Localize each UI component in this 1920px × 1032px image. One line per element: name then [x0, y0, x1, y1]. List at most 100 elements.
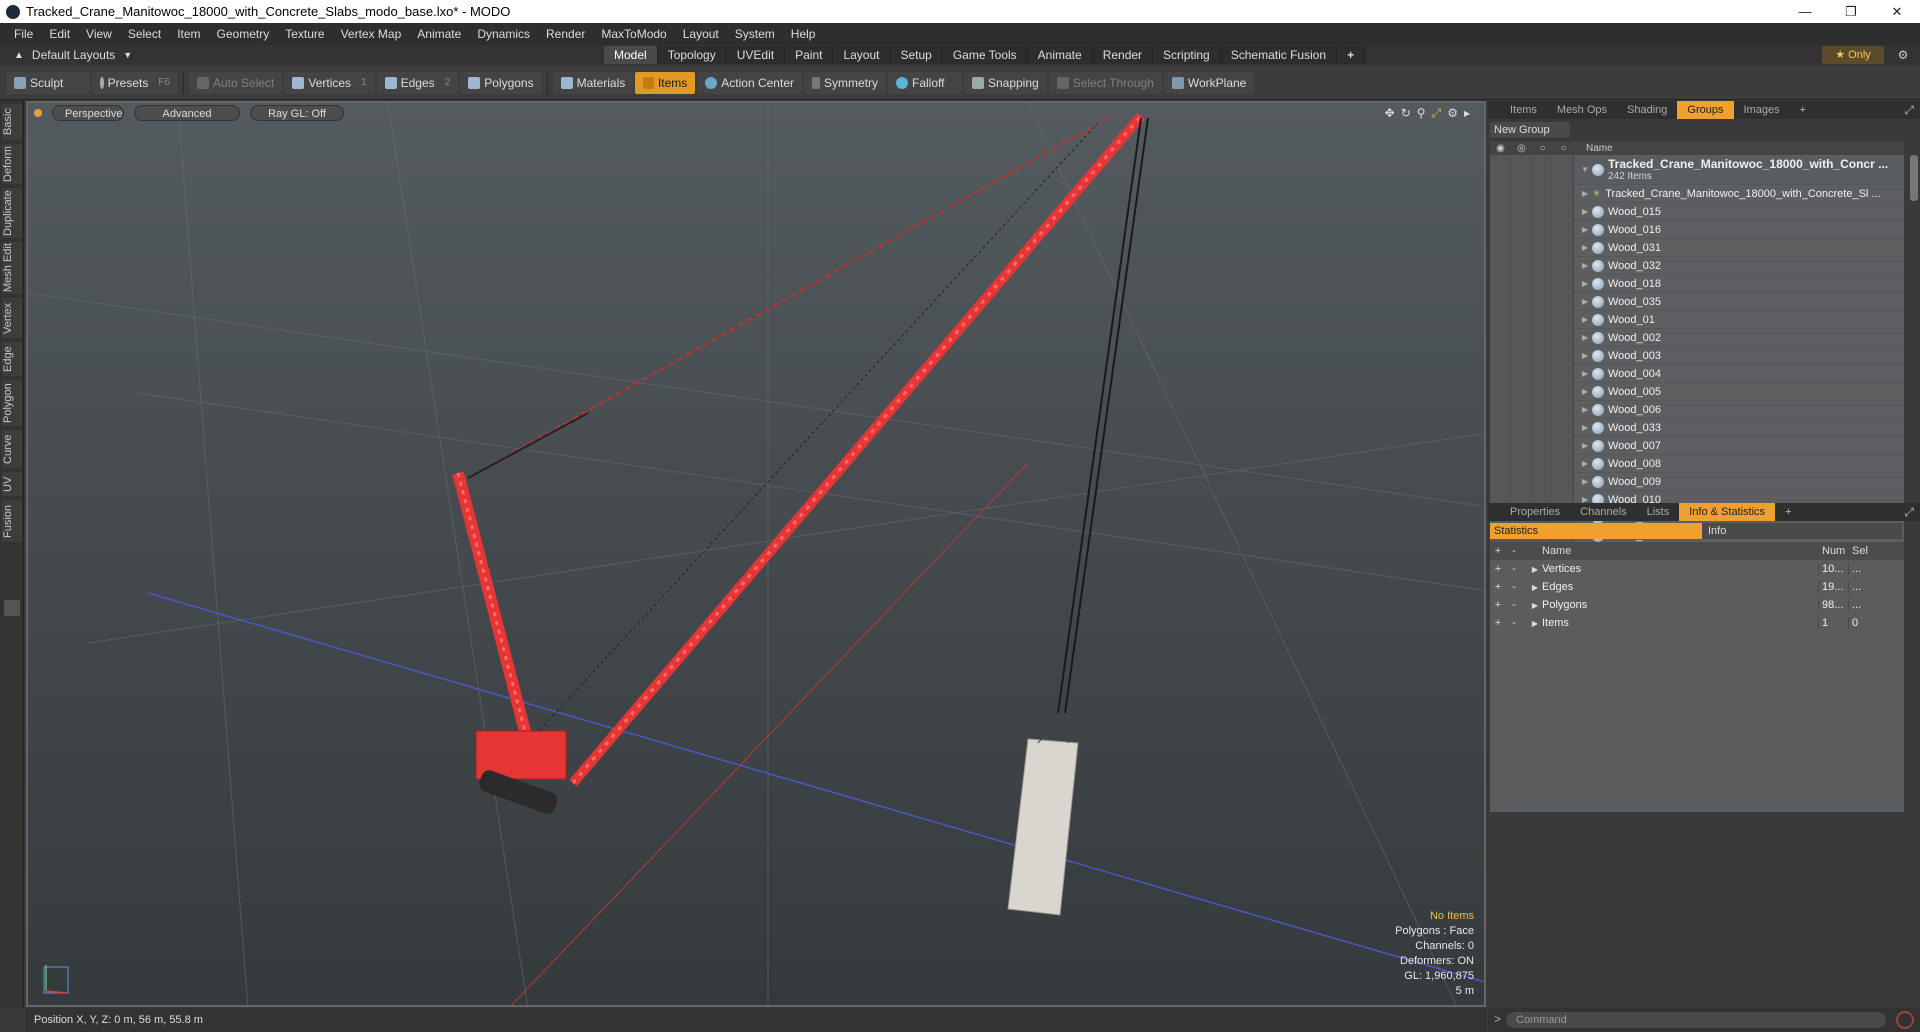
list-item[interactable]: ▶ Wood_01: [1490, 310, 1904, 329]
tab-groups[interactable]: Groups: [1677, 101, 1734, 119]
tab-properties[interactable]: Properties: [1500, 503, 1570, 521]
collapse-icon[interactable]: ▼: [1578, 165, 1592, 174]
edges-button[interactable]: Edges 2: [376, 71, 459, 94]
list-item[interactable]: ▶ Wood_006: [1490, 400, 1904, 419]
remove-icon[interactable]: -: [1506, 599, 1522, 611]
polygons-button[interactable]: Polygons: [460, 71, 542, 94]
viewport-gear-icon[interactable]: ⚙: [1447, 106, 1458, 121]
menu-layout[interactable]: Layout: [675, 27, 727, 41]
3d-viewport[interactable]: Perspective Advanced Ray GL: Off ✥ ↻ ⚲ ⤢…: [26, 101, 1486, 1007]
list-item[interactable]: ▶ Wood_003: [1490, 346, 1904, 365]
add-tab-icon[interactable]: +: [1775, 503, 1801, 521]
list-item[interactable]: ▶ Wood_018: [1490, 274, 1904, 293]
expand-icon[interactable]: ▶: [1578, 387, 1592, 396]
expand-icon[interactable]: ▶: [1528, 601, 1542, 610]
snapping-button[interactable]: Snapping: [963, 71, 1047, 94]
expand-icon[interactable]: ▶: [1578, 297, 1592, 306]
shading-selector[interactable]: Advanced: [134, 105, 240, 121]
statistics-row[interactable]: + - ▶ Polygons 98......: [1490, 596, 1904, 614]
expand-icon[interactable]: ▶: [1578, 243, 1592, 252]
menu-item[interactable]: Item: [169, 27, 208, 41]
tab-shading[interactable]: Shading: [1617, 101, 1677, 119]
pan-icon[interactable]: ✥: [1385, 106, 1395, 121]
tab-edge[interactable]: Edge: [2, 342, 22, 376]
statistics-subtab[interactable]: Statistics: [1490, 523, 1702, 539]
action-center-button[interactable]: Action Center: [697, 71, 802, 94]
list-item[interactable]: ▶ Wood_033: [1490, 418, 1904, 437]
expand-icon[interactable]: ▶: [1528, 583, 1542, 592]
statistics-row[interactable]: + - ▶ Items 1 0: [1490, 614, 1904, 632]
add-icon[interactable]: +: [1490, 563, 1506, 575]
minimize-button[interactable]: —: [1782, 0, 1828, 23]
materials-button[interactable]: Materials: [552, 71, 634, 94]
info-subtab[interactable]: Info: [1702, 523, 1902, 539]
panel-expand-icon[interactable]: ⤢: [1904, 103, 1914, 118]
view-type-selector[interactable]: Perspective: [52, 105, 124, 121]
remove-icon[interactable]: -: [1506, 617, 1522, 629]
list-item[interactable]: ▶ Wood_031: [1490, 238, 1904, 257]
menu-maxtomodo[interactable]: MaxToModo: [593, 27, 674, 41]
only-button[interactable]: ★ Only: [1822, 46, 1884, 64]
maximize-button[interactable]: ❐: [1828, 0, 1874, 23]
remove-icon[interactable]: -: [1506, 563, 1522, 575]
layout-tab-render[interactable]: Render: [1092, 46, 1154, 64]
command-input[interactable]: Command: [1506, 1012, 1886, 1028]
menu-help[interactable]: Help: [783, 27, 824, 41]
list-item[interactable]: ▶ Wood_004: [1490, 364, 1904, 383]
presets-button[interactable]: Presets F6: [92, 71, 178, 94]
expand-icon[interactable]: ▶: [1578, 261, 1592, 270]
locator-row[interactable]: ▶ ✴ Tracked_Crane_Manitowoc_18000_with_C…: [1490, 184, 1904, 203]
tab-items[interactable]: Items: [1500, 101, 1547, 119]
list-item[interactable]: ▶ Wood_005: [1490, 382, 1904, 401]
menu-texture[interactable]: Texture: [277, 27, 332, 41]
expand-icon[interactable]: ▶: [1578, 477, 1592, 486]
add-layout-tab-icon[interactable]: +: [1337, 46, 1366, 64]
expand-icon[interactable]: ▶: [1578, 459, 1592, 468]
list-item[interactable]: ▶ Wood_015: [1490, 202, 1904, 221]
scrollbar-thumb[interactable]: [1910, 155, 1918, 201]
viewport-menu-dot[interactable]: [34, 109, 42, 117]
vertices-button[interactable]: Vertices 1: [284, 71, 375, 94]
falloff-button[interactable]: Falloff: [887, 71, 962, 94]
list-item[interactable]: ▶ Wood_007: [1490, 436, 1904, 455]
rotate-icon[interactable]: ↻: [1401, 106, 1411, 121]
add-tab-icon[interactable]: +: [1790, 101, 1816, 119]
tab-deform[interactable]: Deform: [2, 144, 22, 184]
tab-mesh-edit[interactable]: Mesh Edit: [2, 242, 22, 294]
expand-icon[interactable]: ▶: [1578, 369, 1592, 378]
layout-tab-model[interactable]: Model: [604, 46, 658, 64]
expand-icon[interactable]: ▶: [1578, 441, 1592, 450]
layout-tab-uvedit[interactable]: UVEdit: [726, 46, 786, 64]
tab-channels[interactable]: Channels: [1570, 503, 1636, 521]
expand-icon[interactable]: ▶: [1578, 315, 1592, 324]
layout-selector[interactable]: Default Layouts: [32, 48, 115, 62]
menu-select[interactable]: Select: [120, 27, 169, 41]
sculpt-button[interactable]: Sculpt: [6, 71, 90, 94]
menu-dynamics[interactable]: Dynamics: [469, 27, 538, 41]
expand-icon[interactable]: ▶: [1578, 189, 1592, 198]
list-item[interactable]: ▶ Wood_008: [1490, 454, 1904, 473]
expand-icon[interactable]: ▶: [1578, 333, 1592, 342]
select-through-button[interactable]: Select Through: [1048, 71, 1162, 94]
statistics-row[interactable]: + - ▶ Vertices 10......: [1490, 560, 1904, 578]
list-item[interactable]: ▶ Wood_035: [1490, 292, 1904, 311]
groups-scrollbar[interactable]: [1908, 141, 1920, 601]
add-icon[interactable]: +: [1490, 617, 1506, 629]
tab-uv[interactable]: UV: [2, 472, 22, 496]
fit-icon[interactable]: ⤢: [1432, 106, 1442, 121]
symmetry-button[interactable]: Symmetry: [803, 71, 886, 94]
group-root-row[interactable]: ▼ Tracked_Crane_Manitowoc_18000_with_Con…: [1490, 154, 1904, 185]
expand-icon[interactable]: ▶: [1578, 207, 1592, 216]
layout-tab-game-tools[interactable]: Game Tools: [942, 46, 1028, 64]
layout-tab-animate[interactable]: Animate: [1027, 46, 1093, 64]
add-icon[interactable]: +: [1490, 545, 1506, 557]
close-button[interactable]: ✕: [1874, 0, 1920, 23]
layout-tab-scripting[interactable]: Scripting: [1153, 46, 1221, 64]
expand-icon[interactable]: ▶: [1578, 423, 1592, 432]
menu-view[interactable]: View: [78, 27, 120, 41]
auto-select-button[interactable]: Auto Select: [189, 71, 283, 94]
expand-icon[interactable]: ▶: [1578, 279, 1592, 288]
menu-animate[interactable]: Animate: [409, 27, 469, 41]
list-item[interactable]: ▶ Wood_009: [1490, 472, 1904, 491]
layout-tab-layout[interactable]: Layout: [833, 46, 891, 64]
